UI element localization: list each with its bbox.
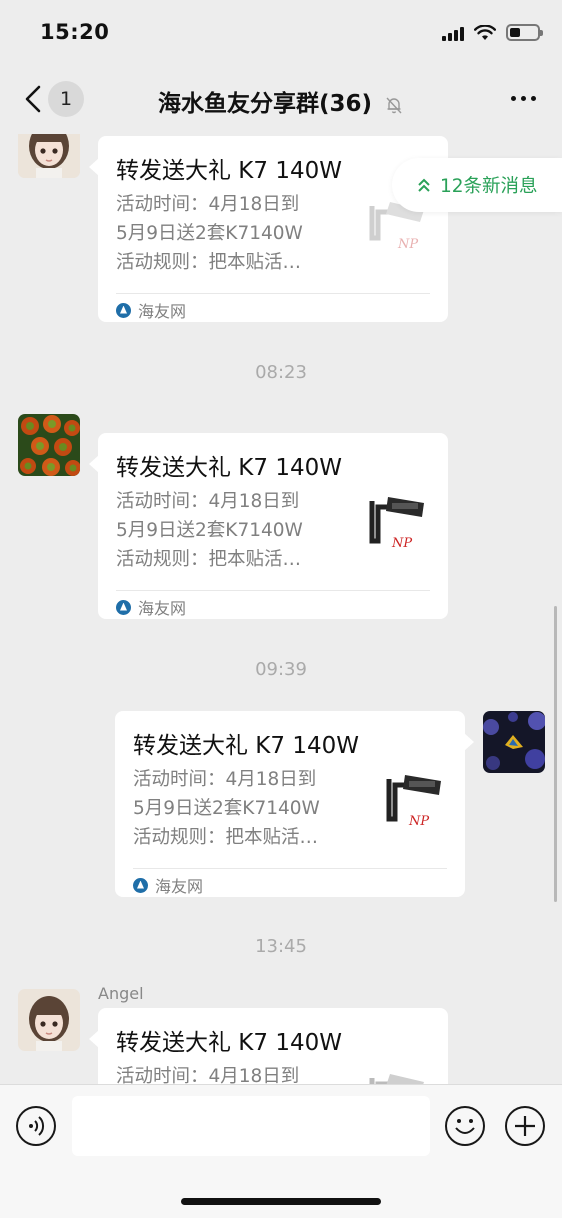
- avatar[interactable]: [18, 989, 80, 1051]
- bell-slash-icon: [386, 97, 402, 113]
- card-source: 海友网: [133, 873, 203, 897]
- svg-text:NP: NP: [397, 237, 418, 252]
- status-bar: 15:20: [0, 0, 562, 64]
- chat-title-text: 海水鱼友分享群(36): [157, 91, 372, 117]
- more-dots-icon[interactable]: [511, 96, 536, 101]
- message-card[interactable]: 转发送大礼 K7 140W 活动时间：4月18日到 5月9日送2套K7140W …: [115, 711, 474, 897]
- double-chevron-up-icon: [418, 178, 430, 192]
- emoji-icon[interactable]: [445, 1106, 485, 1146]
- doll-avatar-icon: [18, 134, 80, 178]
- svg-text:NP: NP: [408, 814, 429, 829]
- message-input[interactable]: [72, 1096, 430, 1156]
- card-title: 转发送大礼 K7 140W: [116, 455, 342, 481]
- avatar[interactable]: [18, 414, 80, 476]
- home-indicator[interactable]: [181, 1198, 381, 1205]
- card-title: 转发送大礼 K7 140W: [116, 158, 342, 184]
- message-card[interactable]: 转发送大礼 K7 140W 活动时间：4月18日到 5月9日送2套K7140W …: [89, 433, 448, 619]
- card-description: 活动时间：4月18日到 5月9日送2套K7140W 活动规则：把本贴活…: [133, 769, 320, 848]
- avatar[interactable]: [483, 711, 545, 773]
- nav-bar: 1 海水鱼友分享群(36): [0, 64, 562, 134]
- card-description: 活动时间：4月18日到 5月9日送2套K7140W 活动规则：把本贴活…: [116, 194, 303, 273]
- message-card[interactable]: 转发送大礼 K7 140W 活动时间：4月18日到 5月9日送2套K7140W …: [89, 136, 448, 322]
- source-logo-icon: [133, 877, 148, 893]
- sender-name: Angel: [98, 984, 144, 1003]
- battery-icon: [506, 24, 543, 41]
- voice-icon[interactable]: [16, 1106, 56, 1146]
- card-title: 转发送大礼 K7 140W: [133, 733, 359, 759]
- source-logo-icon: [116, 302, 131, 318]
- chat-title: 海水鱼友分享群(36): [0, 84, 562, 118]
- card-source: 海友网: [116, 595, 186, 619]
- time-separator: 09:39: [255, 659, 307, 680]
- new-messages-button[interactable]: 12条新消息: [392, 158, 562, 212]
- card-description: 活动时间：4月18日到 5月9日送2套K7140W 活动规则：把本贴活…: [116, 491, 303, 570]
- source-logo-icon: [116, 599, 131, 615]
- plus-icon[interactable]: [505, 1106, 545, 1146]
- svg-text:NP: NP: [391, 536, 412, 551]
- status-icons: [442, 24, 543, 41]
- time-separator: 13:45: [255, 936, 307, 957]
- scrollbar-thumb[interactable]: [554, 606, 557, 902]
- message-card[interactable]: 转发送大礼 K7 140W 活动时间：4月18日到 5月9日送2套K7140W …: [89, 1008, 448, 1084]
- wifi-icon: [474, 24, 496, 40]
- lamp-thumbnail: [362, 1068, 430, 1084]
- aquarium-avatar-icon: [483, 711, 545, 773]
- lamp-thumbnail: NP: [362, 493, 430, 567]
- card-title: 转发送大礼 K7 140W: [116, 1030, 342, 1056]
- lamp-thumbnail: NP: [379, 771, 447, 845]
- time-separator: 08:23: [255, 362, 307, 383]
- avatar[interactable]: [18, 134, 80, 178]
- card-description: 活动时间：4月18日到 5月9日送2套K7140W 活动规则：把本贴活…: [116, 1066, 300, 1084]
- doll-avatar-icon: [18, 989, 80, 1051]
- chat-message-list[interactable]: 转发送大礼 K7 140W 活动时间：4月18日到 5月9日送2套K7140W …: [0, 134, 562, 1084]
- coral-avatar-icon: [18, 414, 80, 476]
- card-source: 海友网: [116, 298, 186, 322]
- status-time: 15:20: [40, 20, 110, 44]
- cellular-signal-icon: [442, 25, 464, 41]
